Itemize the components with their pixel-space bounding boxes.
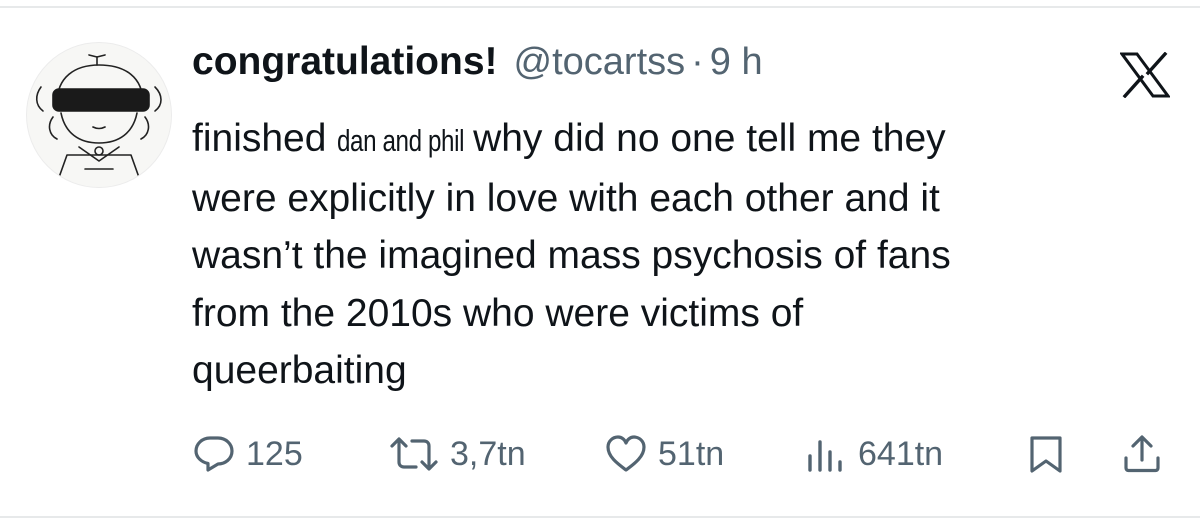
tweet-text-segment: finished [192,117,327,160]
timestamp[interactable]: 9 h [710,41,763,84]
views-button[interactable]: 641tn [804,424,943,484]
tweet-text: finished dan and phil why did no one tel… [192,110,1182,400]
reply-button[interactable]: 125 [192,424,303,484]
views-count: 641tn [858,434,944,473]
header-separator: · [691,41,704,83]
x-logo-icon [1119,51,1171,99]
user-handle[interactable]: @tocartss [514,41,686,84]
reply-count: 125 [246,434,303,473]
avatar[interactable] [26,42,172,188]
tweet-text-highlight: dan and phil [337,123,465,158]
repost-count: 3,7tn [450,434,526,473]
tweet-text-segment: why did no one tell me they [473,117,946,160]
tweet-line-1: finished dan and phil why did no one tel… [192,110,1182,170]
share-icon [1120,432,1164,476]
display-name[interactable]: congratulations! [192,40,498,84]
like-count: 51tn [658,434,725,473]
share-button[interactable] [1120,424,1164,484]
bookmark-button[interactable] [1026,424,1066,484]
tweet-line-2: were explicitly in love with each other … [192,176,940,220]
top-divider [0,6,1200,8]
tweet-line-5: queerbaiting [192,349,407,392]
repost-button[interactable]: 3,7tn [388,424,526,484]
reply-icon [192,432,236,476]
action-bar: 125 3,7tn 51tn 641tn [192,424,1177,484]
views-icon [804,432,848,476]
repost-icon [388,432,440,476]
tweet-line-4: from the 2010s who were victims of [192,291,804,335]
bottom-divider [0,516,1200,518]
heart-icon [604,432,648,476]
bookmark-icon [1026,432,1066,476]
tweet-line-3: wasn’t the imagined mass psychosis of fa… [192,234,951,277]
tweet-header: congratulations! @tocartss · 9 h [192,40,763,98]
like-button[interactable]: 51tn [604,424,724,484]
